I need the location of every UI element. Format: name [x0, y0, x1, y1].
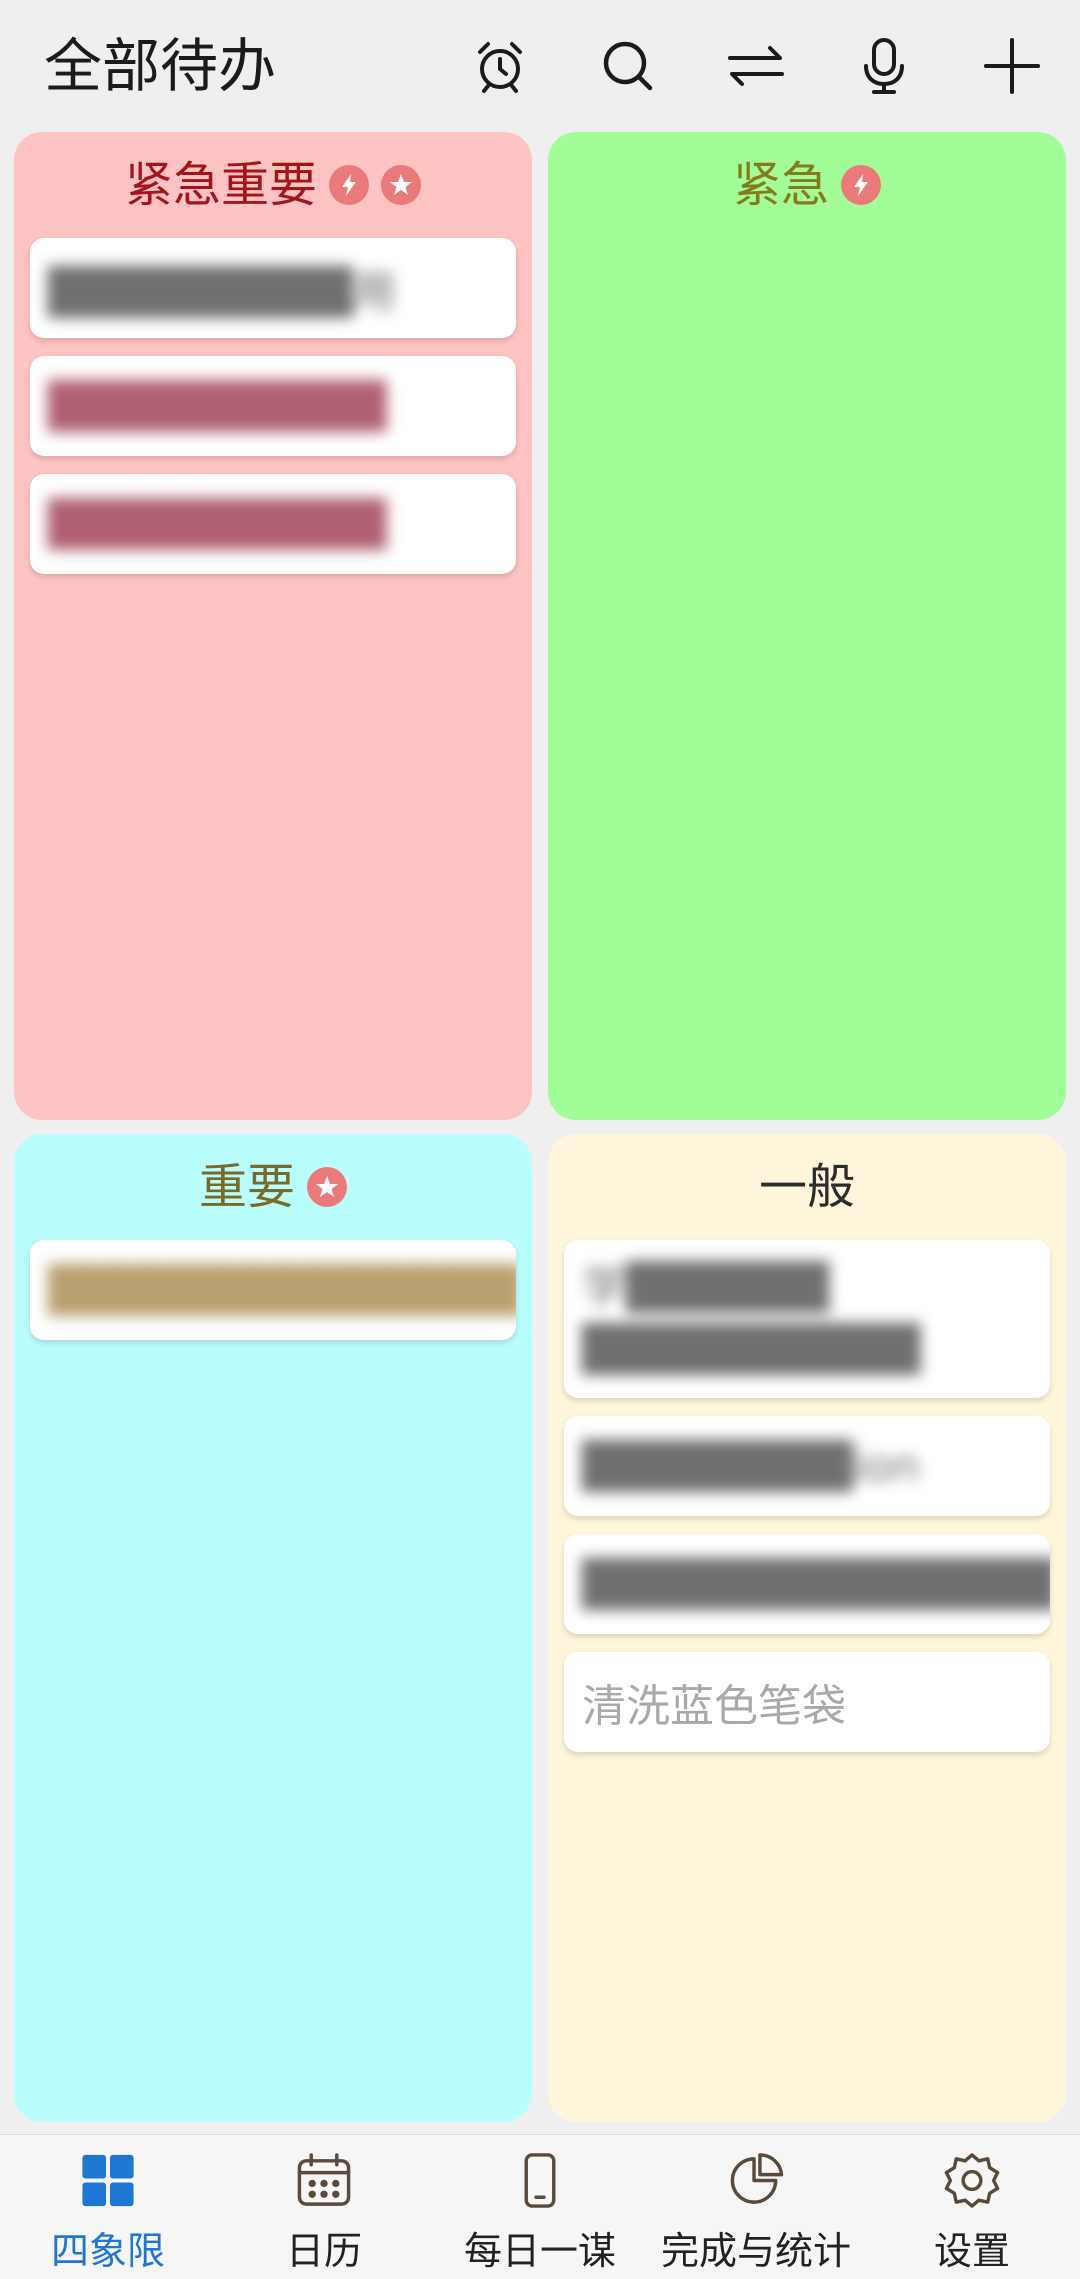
phone-icon: [524, 2153, 556, 2208]
bolt-icon: [329, 165, 369, 205]
microphone-icon: [864, 38, 904, 94]
task-text: █████████用: [48, 267, 397, 318]
bottom-nav: 四象限 日历 每日一谋 完成与统计 设置: [0, 2134, 1080, 2279]
nav-item-settings[interactable]: 设置: [864, 2145, 1080, 2275]
nav-item-stats[interactable]: 完成与统计: [648, 2145, 864, 2275]
app-header: 全部待办: [0, 0, 1080, 132]
task-card[interactable]: 清洗蓝色笔袋: [564, 1652, 1050, 1752]
quadrant-header: 一般: [548, 1152, 1066, 1222]
grid-icon: [82, 2154, 134, 2207]
quadrant-normal[interactable]: 一般 学██████ ██████████ ████████ion ██████…: [548, 1134, 1066, 2122]
task-card[interactable]: █████████用: [30, 238, 516, 338]
quadrant-header: 重要: [14, 1152, 532, 1222]
task-text: 清洗蓝色笔袋: [582, 1681, 846, 1732]
task-text: ██████████: [48, 380, 387, 432]
nav-label: 每日一谋: [463, 2229, 616, 2273]
add-button[interactable]: [978, 32, 1046, 100]
search-icon: [603, 41, 653, 91]
page-title: 全部待办: [44, 32, 277, 100]
calendar-icon: [297, 2153, 351, 2206]
task-text: ██████████: [48, 498, 387, 550]
star-icon: [381, 165, 421, 205]
task-card[interactable]: ████████ion: [564, 1416, 1050, 1516]
swap-icon: [728, 46, 784, 86]
quadrant-header: 紧急: [548, 150, 1066, 220]
nav-item-daily[interactable]: 每日一谋: [432, 2145, 648, 2275]
task-card[interactable]: ██████████: [30, 474, 516, 574]
gear-icon: [944, 2153, 1000, 2208]
nav-label: 日历: [285, 2229, 362, 2273]
nav-label: 设置: [933, 2229, 1010, 2273]
quadrant-title: 一般: [758, 1159, 855, 1215]
search-button[interactable]: [594, 32, 662, 100]
alarm-button[interactable]: [466, 32, 534, 100]
task-text: ██████████████: [48, 1264, 516, 1316]
task-text: 学██████ ██████████: [582, 1262, 921, 1375]
task-text: ████████ion: [582, 1440, 920, 1492]
quadrant-urgent-important[interactable]: 紧急重要 █████████用 ██████████ ██████████: [14, 132, 532, 1120]
star-icon: [307, 1167, 347, 1207]
quadrant-title: 紧急重要: [124, 157, 317, 213]
bolt-icon: [841, 165, 881, 205]
task-card[interactable]: ██████████: [30, 356, 516, 456]
task-text: ██████████████: [582, 1558, 1050, 1610]
microphone-button[interactable]: [850, 32, 918, 100]
nav-item-four-quadrants[interactable]: 四象限: [0, 2145, 216, 2275]
quadrant-title: 紧急: [732, 157, 829, 213]
task-card[interactable]: ██████████████: [564, 1534, 1050, 1634]
nav-label: 四象限: [50, 2229, 165, 2273]
task-card[interactable]: 学██████ ██████████: [564, 1240, 1050, 1398]
nav-label: 完成与统计: [660, 2229, 851, 2273]
quadrant-urgent[interactable]: 紧急: [548, 132, 1066, 1120]
quadrant-title: 重要: [198, 1159, 295, 1215]
quadrant-header: 紧急重要: [14, 150, 532, 220]
alarm-icon: [478, 42, 522, 93]
quadrant-important[interactable]: 重要 ██████████████: [14, 1134, 532, 2122]
task-card[interactable]: ██████████████: [30, 1240, 516, 1340]
pie-chart-icon: [730, 2153, 784, 2204]
nav-item-calendar[interactable]: 日历: [216, 2145, 432, 2275]
add-icon: [984, 38, 1040, 94]
swap-button[interactable]: [722, 32, 790, 100]
